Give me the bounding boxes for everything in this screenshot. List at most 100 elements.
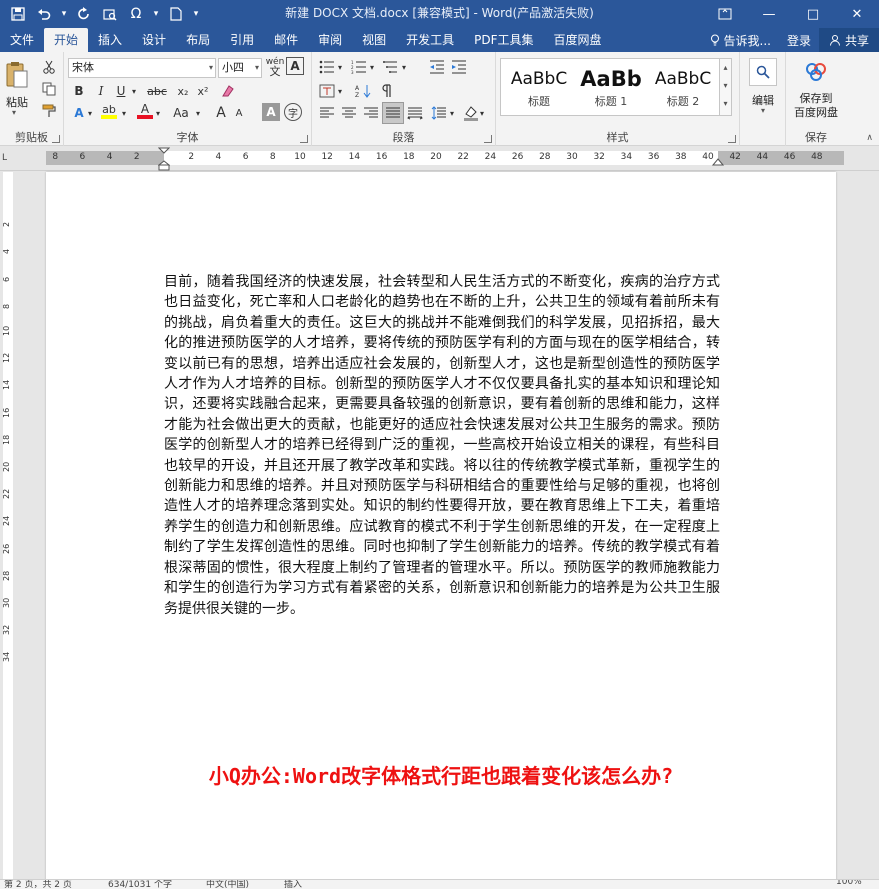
- status-page[interactable]: 第 2 页，共 2 页: [4, 880, 72, 889]
- font-launcher-icon[interactable]: [300, 135, 308, 143]
- baidu-cloud-icon[interactable]: [802, 58, 830, 86]
- symbol-omega-icon[interactable]: Ω: [124, 2, 148, 26]
- styles-more-icon[interactable]: ▾: [720, 95, 731, 113]
- clear-formatting-icon[interactable]: [216, 80, 238, 102]
- close-button[interactable]: ✕: [835, 0, 879, 28]
- tab-view[interactable]: 视图: [352, 28, 396, 52]
- login-link[interactable]: 登录: [779, 32, 819, 49]
- right-indent-marker-icon[interactable]: [712, 157, 724, 169]
- increase-indent-icon[interactable]: [448, 56, 470, 78]
- paragraph-launcher-icon[interactable]: [484, 135, 492, 143]
- print-preview-icon[interactable]: [98, 2, 122, 26]
- editing-dropdown-icon[interactable]: ▾: [740, 106, 786, 115]
- tab-design[interactable]: 设计: [132, 28, 176, 52]
- tab-pdf-tools[interactable]: PDF工具集: [464, 28, 543, 52]
- underline-dropdown-icon[interactable]: ▾: [128, 80, 140, 102]
- tab-review[interactable]: 审阅: [308, 28, 352, 52]
- styles-up-icon[interactable]: ▴: [720, 59, 731, 77]
- tab-home[interactable]: 开始: [44, 28, 89, 52]
- font-color-dropdown-icon[interactable]: ▾: [152, 102, 164, 124]
- save-to-baidu-button[interactable]: 保存到 百度网盘: [786, 92, 846, 120]
- undo-icon[interactable]: [32, 2, 56, 26]
- document-page[interactable]: 目前，随着我国经济的快速发展，社会转型和人民生活方式的不断变化，疾病的治疗方式也…: [46, 172, 836, 882]
- new-document-icon[interactable]: [164, 2, 188, 26]
- style-heading-1[interactable]: AaBb 标题 1: [575, 61, 647, 113]
- share-button[interactable]: 共享: [818, 28, 879, 52]
- chinese-layout-dropdown-icon[interactable]: ▾: [334, 80, 346, 102]
- italic-button[interactable]: I: [90, 80, 112, 102]
- phonetic-guide-icon[interactable]: wén 文: [264, 56, 286, 78]
- superscript-button[interactable]: x²: [192, 80, 214, 102]
- status-zoom[interactable]: 100%: [836, 880, 862, 887]
- change-case-button[interactable]: Aa: [168, 102, 194, 124]
- paste-label[interactable]: 粘贴: [4, 94, 30, 110]
- styles-scroll[interactable]: ▴ ▾ ▾: [720, 58, 732, 116]
- paste-dropdown-icon[interactable]: ▾: [12, 108, 16, 117]
- subscript-button[interactable]: x₂: [172, 80, 194, 102]
- vertical-ruler-tick-label: 26: [2, 543, 11, 554]
- vertical-ruler-tick-label: 8: [2, 303, 11, 309]
- status-mode[interactable]: 插入: [284, 880, 302, 889]
- restore-button[interactable]: □: [791, 0, 835, 28]
- align-center-icon[interactable]: [338, 102, 360, 124]
- ribbon-display-icon[interactable]: [703, 0, 747, 28]
- tab-layout[interactable]: 布局: [176, 28, 220, 52]
- text-effects-dropdown-icon[interactable]: ▾: [84, 102, 96, 124]
- line-spacing-dropdown-icon[interactable]: ▾: [446, 102, 458, 124]
- tab-baidu-netdisk[interactable]: 百度网盘: [544, 28, 612, 52]
- collapse-ribbon-icon[interactable]: ∧: [866, 133, 873, 143]
- undo-dropdown-icon[interactable]: ▾: [58, 2, 70, 26]
- tab-selector-icon[interactable]: L: [2, 153, 14, 165]
- status-word-count[interactable]: 634/1031 个字: [108, 880, 172, 889]
- character-shading-button[interactable]: A: [262, 103, 280, 121]
- tab-references[interactable]: 引用: [220, 28, 264, 52]
- multilevel-dropdown-icon[interactable]: ▾: [398, 56, 410, 78]
- paragraph-group: ▾ 123 ▾ ▾ ▾ AZ ▾ ▾ 段落: [312, 52, 496, 146]
- tell-me-box[interactable]: 告诉我...: [702, 32, 779, 49]
- styles-launcher-icon[interactable]: [728, 135, 736, 143]
- cut-icon[interactable]: [38, 56, 60, 78]
- shrink-font-button[interactable]: A: [228, 102, 250, 124]
- document-body[interactable]: 目前，随着我国经济的快速发展，社会转型和人民生活方式的不断变化，疾病的治疗方式也…: [164, 272, 720, 619]
- bold-button[interactable]: B: [68, 80, 90, 102]
- font-name-combo[interactable]: 宋体 ▾: [68, 58, 216, 78]
- font-size-combo[interactable]: 小四 ▾: [218, 58, 262, 78]
- paste-icon[interactable]: [4, 58, 30, 92]
- tab-mailings[interactable]: 邮件: [264, 28, 308, 52]
- tab-file[interactable]: 文件: [0, 28, 44, 52]
- document-caption[interactable]: 小Q办公:Word改字体格式行距也跟着变化该怎么办?: [46, 760, 836, 789]
- decrease-indent-icon[interactable]: [426, 56, 448, 78]
- strikethrough-button[interactable]: abc: [142, 80, 172, 102]
- format-painter-icon[interactable]: [38, 100, 60, 122]
- copy-icon[interactable]: [38, 78, 60, 100]
- style-heading-2[interactable]: AaBbC 标题 2: [647, 61, 719, 113]
- show-marks-icon[interactable]: [376, 80, 398, 102]
- minimize-button[interactable]: —: [747, 0, 791, 28]
- symbol-dropdown-icon[interactable]: ▾: [150, 2, 162, 26]
- style-title[interactable]: AaBbC 标题: [503, 61, 575, 113]
- align-right-icon[interactable]: [360, 102, 382, 124]
- distributed-icon[interactable]: [404, 102, 426, 124]
- save-icon[interactable]: [6, 2, 30, 26]
- justify-icon[interactable]: [382, 102, 404, 124]
- highlight-dropdown-icon[interactable]: ▾: [118, 102, 130, 124]
- ruler-tick-label: 30: [566, 152, 578, 162]
- numbering-dropdown-icon[interactable]: ▾: [366, 56, 378, 78]
- tab-insert[interactable]: 插入: [88, 28, 132, 52]
- character-border-icon[interactable]: A: [286, 57, 304, 75]
- tab-developer[interactable]: 开发工具: [396, 28, 464, 52]
- status-language[interactable]: 中文(中国): [206, 880, 249, 889]
- styles-down-icon[interactable]: ▾: [720, 77, 731, 95]
- sort-icon[interactable]: AZ: [352, 80, 374, 102]
- customize-qat-icon[interactable]: ▾: [190, 2, 202, 26]
- redo-icon[interactable]: [72, 2, 96, 26]
- clipboard-launcher-icon[interactable]: [52, 135, 60, 143]
- enclose-characters-button[interactable]: 字: [284, 103, 302, 121]
- highlight-button[interactable]: ab: [98, 100, 120, 122]
- align-left-icon[interactable]: [316, 102, 338, 124]
- bullets-dropdown-icon[interactable]: ▾: [334, 56, 346, 78]
- indent-markers-icon[interactable]: [158, 147, 170, 171]
- search-icon[interactable]: [749, 58, 777, 86]
- change-case-dropdown-icon[interactable]: ▾: [192, 102, 204, 124]
- shading-dropdown-icon[interactable]: ▾: [476, 102, 488, 124]
